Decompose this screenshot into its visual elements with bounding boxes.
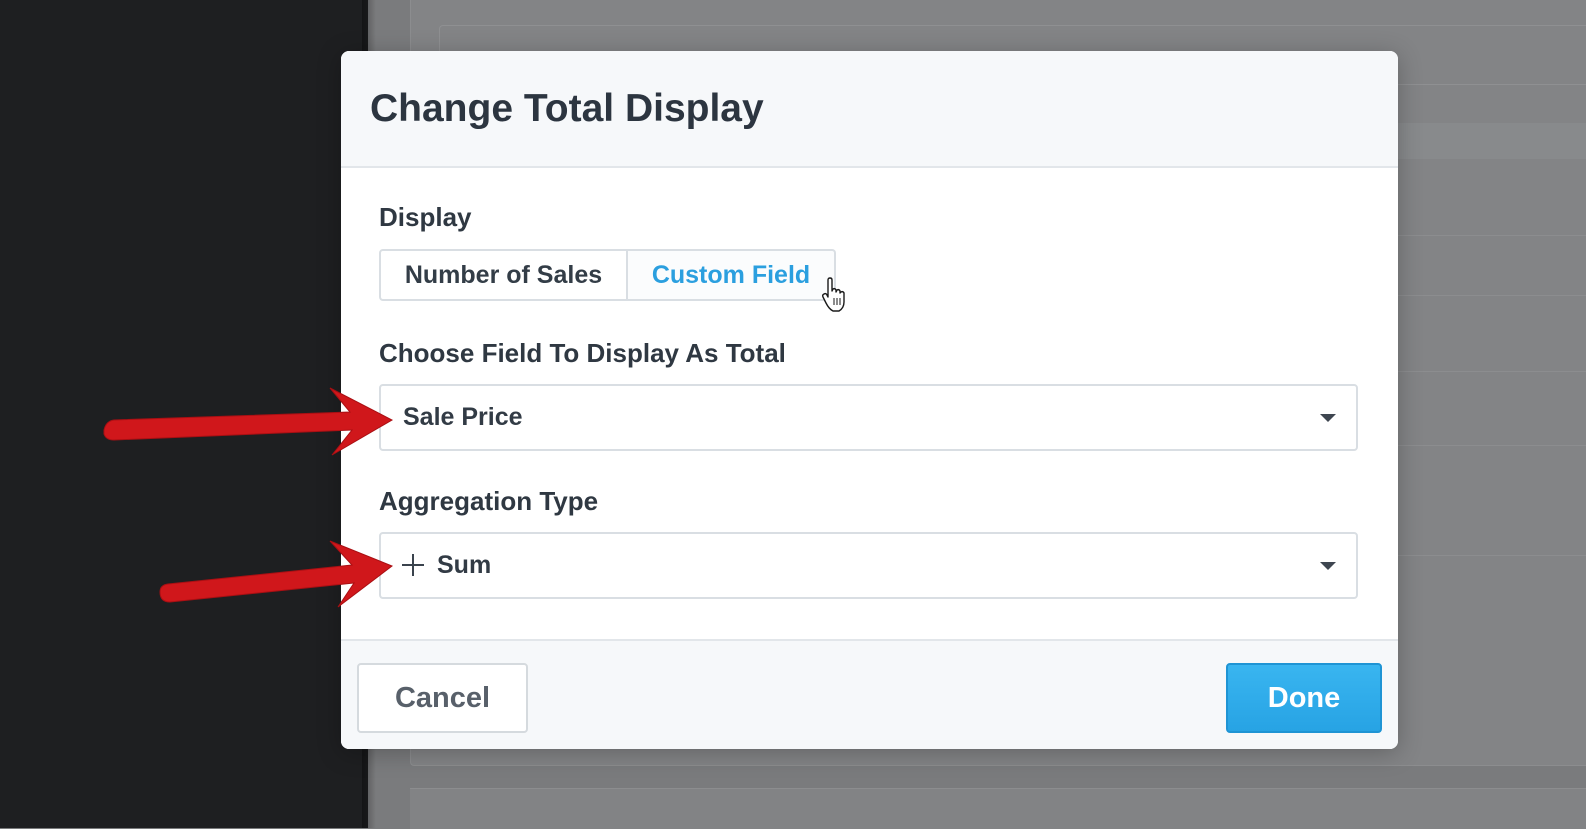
annotation-overlay — [103, 277, 845, 608]
red-arrow-icon — [159, 540, 394, 608]
hand-pointer-cursor-icon — [821, 277, 845, 312]
red-arrow-icon — [103, 387, 394, 456]
